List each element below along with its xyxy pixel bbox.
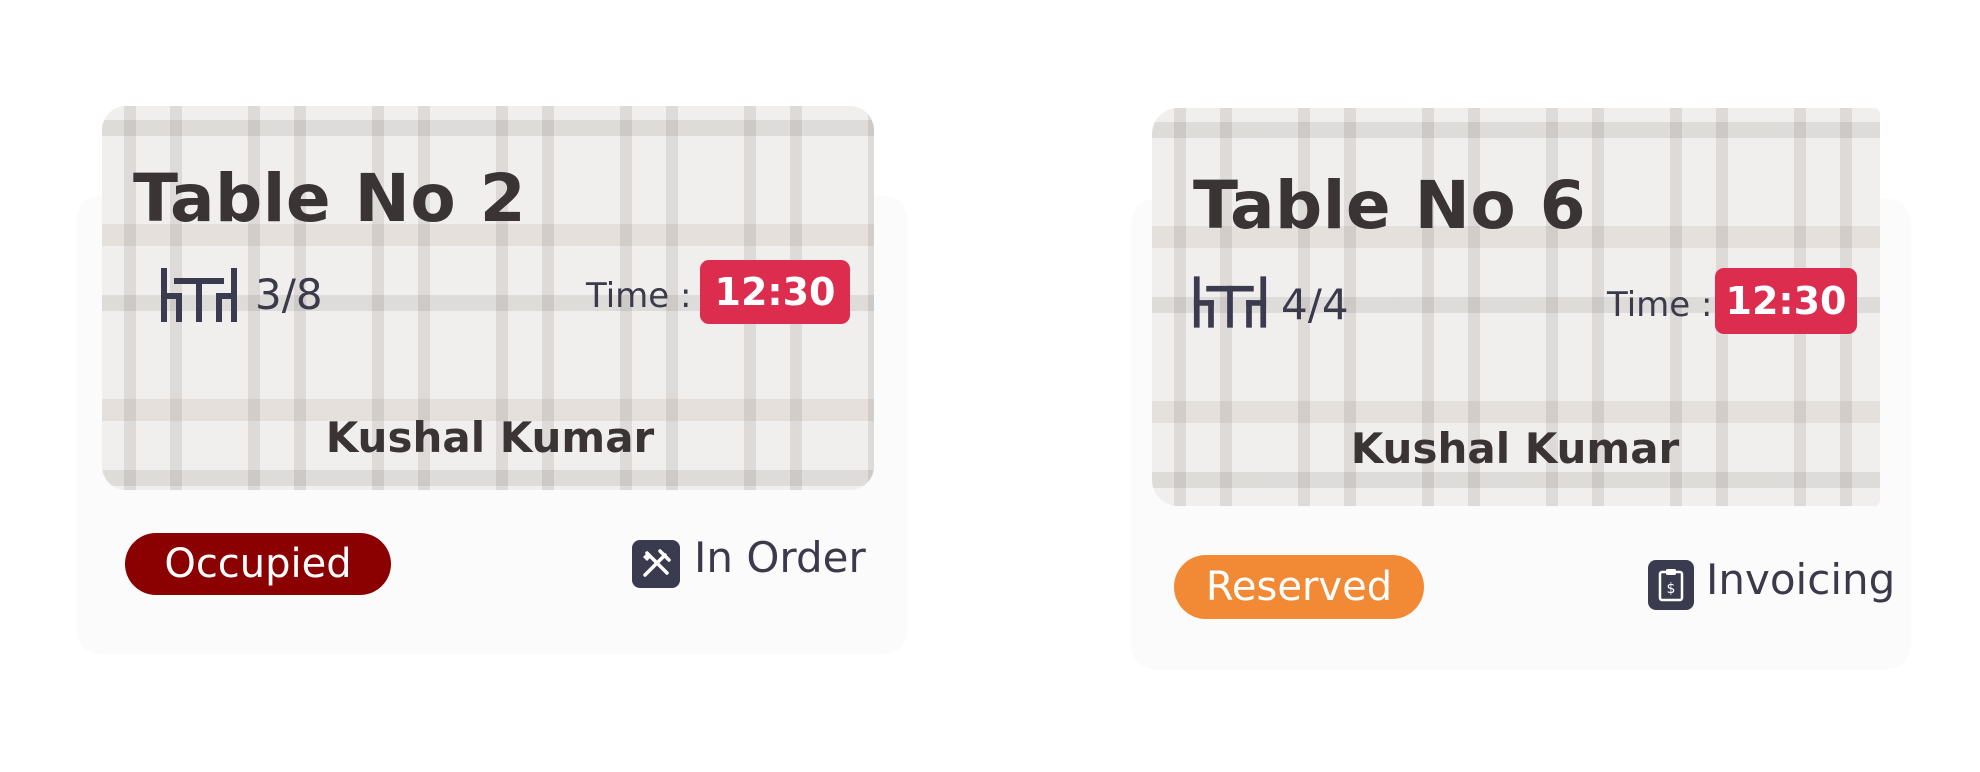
status-badge: Reserved bbox=[1174, 555, 1424, 619]
customer-name: Kushal Kumar bbox=[1350, 424, 1680, 473]
table-seats-icon bbox=[161, 268, 237, 322]
time-badge: 12:30 bbox=[700, 260, 850, 324]
invoice-icon: $ bbox=[1648, 560, 1694, 610]
table-title: Table No 2 bbox=[133, 160, 527, 237]
table-title: Table No 6 bbox=[1193, 167, 1587, 244]
time-label: Time : bbox=[586, 276, 692, 316]
svg-text:$: $ bbox=[1667, 581, 1676, 597]
order-state-label: In Order bbox=[694, 533, 866, 582]
seat-occupancy: 4/4 bbox=[1281, 280, 1349, 329]
status-badge: Occupied bbox=[125, 533, 391, 595]
fork-knife-icon bbox=[632, 540, 680, 588]
order-state-label: Invoicing bbox=[1706, 555, 1896, 604]
table-seats-icon bbox=[1193, 276, 1267, 328]
time-label: Time : bbox=[1607, 285, 1713, 325]
customer-name: Kushal Kumar bbox=[325, 413, 655, 462]
time-badge: 12:30 bbox=[1715, 268, 1857, 334]
seat-occupancy: 3/8 bbox=[255, 270, 323, 319]
